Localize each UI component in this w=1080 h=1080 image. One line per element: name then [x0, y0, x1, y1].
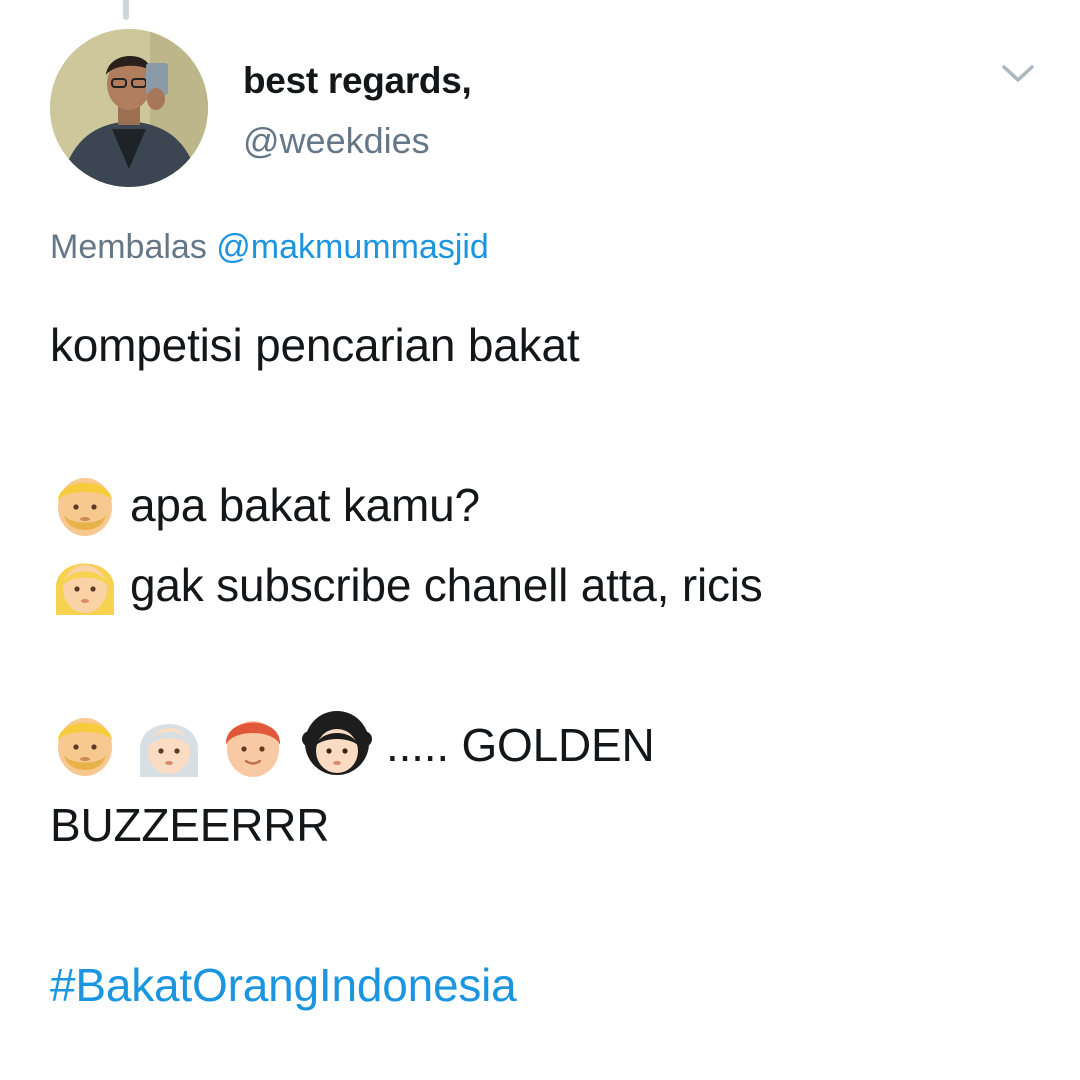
author-display-name[interactable]: best regards, [243, 60, 472, 102]
author-handle[interactable]: @weekdies [243, 120, 430, 162]
tweet-text: kompetisi pencarian bakat apa bakat kamu… [50, 305, 1050, 1025]
thread-connector-line [123, 0, 129, 20]
tweet-line-3-text: gak subscribe chanell atta, ricis [130, 559, 763, 611]
reply-mention-link[interactable]: @makmummasjid [216, 228, 489, 266]
man-red-hair-emoji-icon [225, 721, 281, 777]
tweet-line-4: ..... GOLDEN [50, 705, 1050, 785]
profile-photo-icon [50, 29, 208, 187]
hashtag-line: #BakatOrangIndonesia [50, 945, 1050, 1025]
avatar[interactable] [50, 29, 208, 187]
man-blond-emoji-icon [58, 718, 112, 776]
reply-prefix: Membalas [50, 228, 207, 266]
tweet-line-5: BUZZEERRR [50, 799, 330, 851]
woman-curly-hair-emoji-icon [302, 711, 372, 775]
tweet-line-2-text: apa bakat kamu? [130, 479, 480, 531]
tweet-line-2: apa bakat kamu? [50, 465, 1050, 545]
tweet-line-1: kompetisi pencarian bakat [50, 319, 580, 371]
man-blond-emoji-icon [58, 478, 112, 536]
tweet-menu-button[interactable] [996, 58, 1040, 88]
woman-blond-emoji-icon [55, 563, 115, 615]
woman-white-hair-emoji-icon [139, 724, 199, 777]
chevron-down-icon [1002, 65, 1034, 82]
tweet-line-4-text: ..... GOLDEN [386, 719, 655, 771]
reply-context: Membalas @makmummasjid [50, 228, 489, 267]
tweet-line-3: gak subscribe chanell atta, ricis [50, 545, 1050, 625]
hashtag-link[interactable]: #BakatOrangIndonesia [50, 959, 517, 1011]
